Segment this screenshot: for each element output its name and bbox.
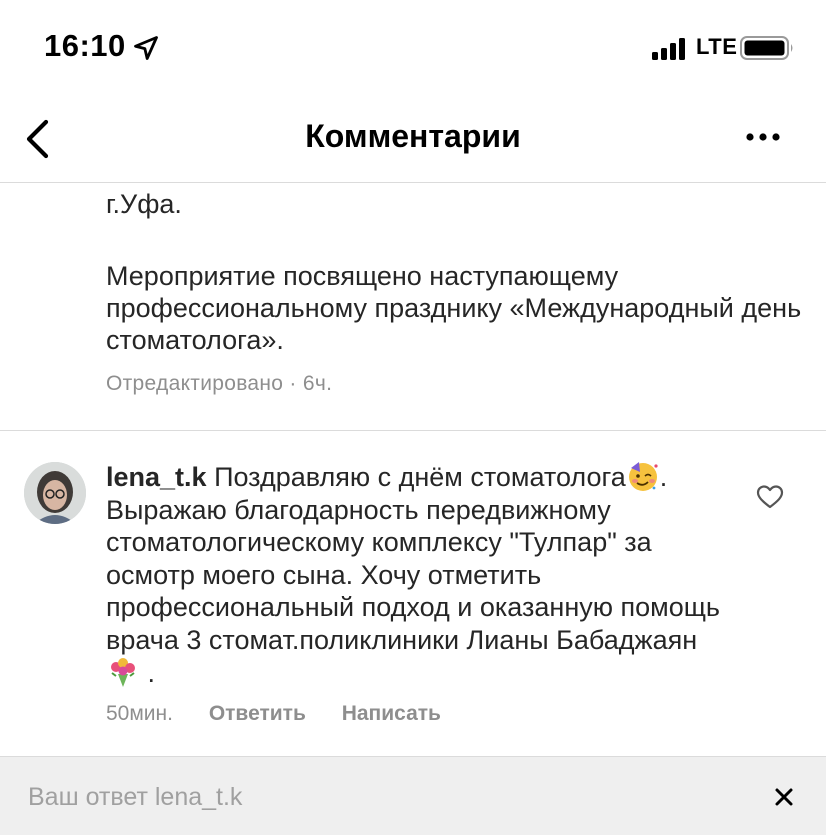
battery-icon: [740, 36, 793, 60]
partying-face-emoji-icon: [628, 462, 658, 491]
like-heart-icon[interactable]: [756, 484, 784, 510]
comment-actions: 50мин. Ответить Написать: [106, 702, 471, 726]
comment-text: lena_t.k Поздравляю с днём стоматолога .…: [106, 460, 726, 690]
more-options-icon[interactable]: [740, 122, 786, 152]
avatar-image: [24, 462, 86, 524]
location-arrow-icon: [134, 36, 158, 60]
avatar[interactable]: [24, 462, 86, 524]
reply-input[interactable]: [28, 779, 728, 815]
caption-paragraph: Мероприятие посвящено наступающему профе…: [106, 261, 802, 355]
page-title: Комментарии: [305, 118, 521, 154]
comment-time: 50мин.: [106, 702, 173, 725]
nav-header: Комментарии: [0, 96, 826, 183]
reply-bar: [0, 756, 826, 835]
comment-text-part: Поздравляю с днём стоматолога: [206, 462, 626, 492]
close-icon[interactable]: [774, 787, 794, 807]
comment-username[interactable]: lena_t.k: [106, 462, 207, 492]
reply-button[interactable]: Ответить: [209, 702, 306, 725]
caption-line: г.Уфа.: [106, 189, 182, 219]
status-bar: 16:10 LTE: [0, 0, 826, 96]
message-button[interactable]: Написать: [342, 702, 441, 725]
signal-bars-icon: [652, 38, 685, 60]
clock-time: 16:10: [44, 28, 126, 63]
bouquet-emoji-icon: [111, 658, 135, 687]
carrier-label: LTE: [696, 34, 738, 59]
divider: [0, 430, 826, 431]
comment-text-part: .: [140, 658, 156, 688]
post-meta: Отредактировано · 6ч.: [106, 372, 333, 395]
